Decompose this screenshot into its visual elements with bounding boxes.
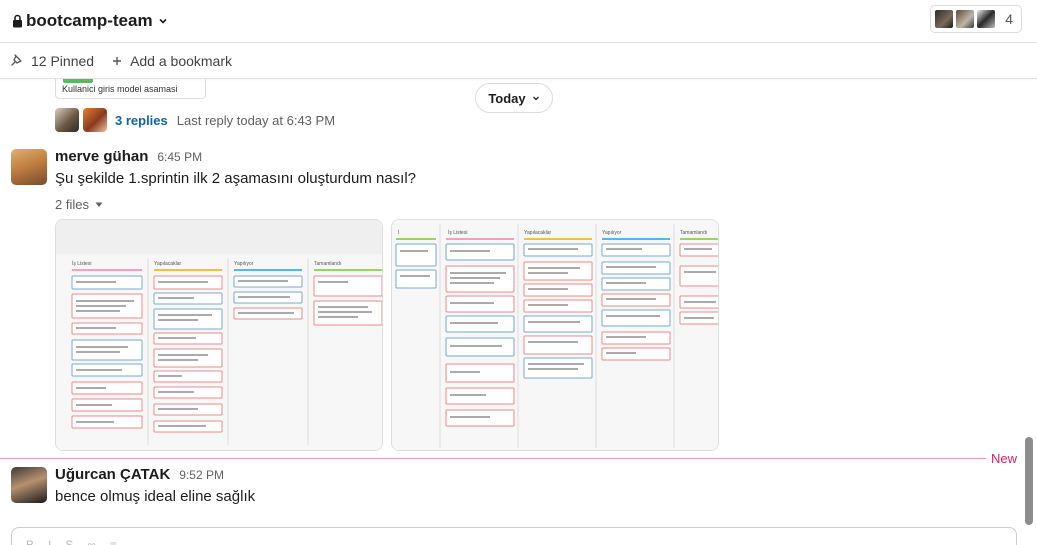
add-bookmark-button[interactable]: Add a bookmark (112, 53, 232, 69)
message-text: Şu şekilde 1.sprintin ilk 2 aşamasını ol… (55, 170, 417, 187)
chevron-down-icon (532, 96, 539, 101)
pinned-button[interactable]: 12 Pinned (11, 53, 94, 69)
svg-text:Yapılacaklar: Yapılacaklar (524, 230, 551, 236)
link-icon[interactable]: ∞ (87, 538, 96, 545)
svg-text:İ: İ (398, 229, 399, 236)
message-time[interactable]: 6:45 PM (157, 150, 202, 164)
reply-avatar (83, 108, 107, 132)
bookmarks-bar: 12 Pinned Add a bookmark (0, 43, 1037, 79)
message-composer[interactable]: B I S ∞ ≡ (11, 527, 1017, 545)
svg-text:Yapılıyor: Yapılıyor (602, 230, 622, 236)
italic-icon[interactable]: I (48, 538, 51, 545)
channel-title: bootcamp-team (26, 11, 153, 30)
channel-name-button[interactable]: bootcamp-team (12, 11, 168, 31)
new-messages-label: New (991, 451, 1018, 466)
attachment-caption: Kullanici giris model asamasi (62, 84, 178, 94)
date-divider-button[interactable]: Today (475, 83, 553, 113)
attachment-card[interactable]: Kullanici giris model asamasi (55, 79, 206, 99)
message-text: bence olmuş ideal eline sağlık (55, 488, 256, 505)
svg-text:Yapılacaklar: Yapılacaklar (154, 261, 181, 267)
member-avatar (976, 9, 997, 29)
list-icon[interactable]: ≡ (110, 538, 117, 545)
add-bookmark-label: Add a bookmark (130, 52, 233, 69)
plus-icon (113, 56, 122, 65)
svg-text:Tamamlandı: Tamamlandı (314, 261, 341, 267)
member-count: 4 (1005, 11, 1013, 27)
channel-header: bootcamp-team 4 (0, 0, 1037, 43)
lock-icon (13, 14, 22, 28)
board-screenshot-image: İ İş Listesi Yapılacaklar Yapılıyor Tamamlan… (392, 220, 718, 450)
member-avatar (934, 9, 955, 29)
new-messages-divider (0, 458, 986, 459)
scrollbar-thumb[interactable] (1025, 437, 1033, 525)
reply-avatar (55, 108, 79, 132)
image-attachment[interactable]: İ İş Listesi Yapılacaklar Yapılıyor Tamamlan… (391, 219, 719, 451)
formatting-toolbar: B I S ∞ ≡ (26, 538, 117, 545)
board-screenshot-image: İş Listesi Yapılacaklar Yapılıyor Tamamland… (56, 220, 382, 450)
bold-icon[interactable]: B (26, 538, 34, 545)
caret-down-icon (95, 202, 103, 207)
message-time[interactable]: 9:52 PM (179, 468, 224, 482)
svg-text:İş Listesi: İş Listesi (448, 229, 467, 236)
files-toggle[interactable]: 2 files (55, 197, 103, 212)
files-label: 2 files (55, 197, 89, 212)
strike-icon[interactable]: S (65, 538, 73, 545)
thread-replies: 3 replies Last reply today at 6:43 PM (55, 108, 335, 132)
member-avatar (955, 9, 976, 29)
svg-text:Tamamlandı: Tamamlandı (680, 230, 707, 236)
message-header: Uğurcan ÇATAK 9:52 PM (55, 466, 224, 483)
avatar[interactable] (11, 149, 47, 185)
svg-text:Yapılıyor: Yapılıyor (234, 261, 254, 267)
members-button[interactable]: 4 (930, 5, 1022, 33)
image-attachment[interactable]: İş Listesi Yapılacaklar Yapılıyor Tamamland… (55, 219, 383, 451)
author-name[interactable]: Uğurcan ÇATAK (55, 466, 170, 483)
message-header: merve gühan 6:45 PM (55, 148, 202, 165)
avatar[interactable] (11, 467, 47, 503)
date-divider-label: Today (488, 90, 526, 106)
replies-link[interactable]: 3 replies (115, 113, 168, 128)
pinned-label: 12 Pinned (31, 52, 95, 69)
svg-text:İş Listesi: İş Listesi (72, 260, 91, 267)
pin-icon (11, 54, 22, 66)
chevron-down-icon (159, 18, 167, 24)
author-name[interactable]: merve gühan (55, 148, 148, 165)
label-tag (63, 79, 93, 83)
last-reply-time: Last reply today at 6:43 PM (176, 112, 336, 128)
